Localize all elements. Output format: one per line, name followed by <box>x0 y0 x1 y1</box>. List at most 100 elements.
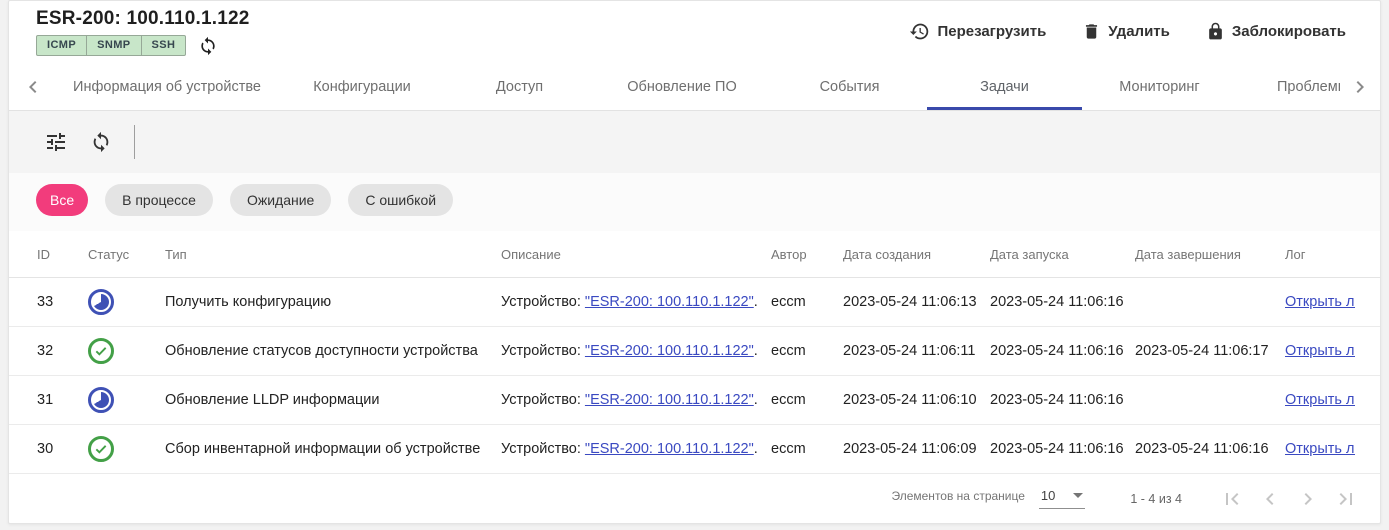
chip-pending[interactable]: Ожидание <box>230 184 331 216</box>
filter-settings-button[interactable] <box>44 130 68 154</box>
tab-access[interactable]: Доступ <box>447 63 592 110</box>
task-finished: 2023-05-24 11:06:16 <box>1135 441 1285 457</box>
protocol-status-row: ICMP SNMP SSH <box>36 35 250 56</box>
task-id: 30 <box>37 441 88 457</box>
device-header: ESR-200: 100.110.1.122 ICMP SNMP SSH <box>9 1 1380 63</box>
tab-label: Конфигурации <box>313 79 411 95</box>
task-type: Сбор инвентарной информации об устройств… <box>165 441 501 457</box>
tabs-viewport: Информация об устройстве Конфигурации До… <box>57 63 1340 110</box>
task-author: eccm <box>771 294 843 310</box>
page-title: ESR-200: 100.110.1.122 <box>36 8 250 30</box>
reboot-button[interactable]: Перезагрузить <box>909 21 1046 42</box>
open-log-link[interactable]: Открыть лог <box>1285 392 1355 408</box>
task-description: Устройство: "ESR-200: 100.110.1.122". <box>501 441 771 457</box>
task-id: 31 <box>37 392 88 408</box>
task-started: 2023-05-24 11:06:16 <box>990 343 1135 359</box>
chevron-right-icon <box>1296 487 1320 511</box>
open-log-link[interactable]: Открыть лог <box>1285 343 1355 359</box>
badge-ssh: SSH <box>142 35 187 56</box>
col-header-type: Тип <box>165 247 501 262</box>
task-description: Устройство: "ESR-200: 100.110.1.122". <box>501 392 771 408</box>
tab-problems[interactable]: Проблемы <box>1237 63 1340 110</box>
description-prefix: Устройство: <box>501 441 585 457</box>
status-in-progress-icon <box>88 387 114 413</box>
task-started: 2023-05-24 11:06:16 <box>990 441 1135 457</box>
task-finished: 2023-05-24 11:06:17 <box>1135 343 1285 359</box>
items-per-page-select[interactable]: 10 <box>1039 488 1085 509</box>
col-header-author: Автор <box>771 247 843 262</box>
status-in-progress-icon <box>88 289 114 315</box>
tab-events[interactable]: События <box>772 63 927 110</box>
col-header-created: Дата создания <box>843 247 990 262</box>
col-header-status: Статус <box>88 247 165 262</box>
delete-button[interactable]: Удалить <box>1082 21 1170 42</box>
items-per-page: Элементов на странице 10 <box>891 488 1085 509</box>
next-page-button[interactable] <box>1296 487 1320 511</box>
refresh-tasks-button[interactable] <box>90 131 112 153</box>
task-created: 2023-05-24 11:06:13 <box>843 294 990 310</box>
task-created: 2023-05-24 11:06:11 <box>843 343 990 359</box>
task-id: 32 <box>37 343 88 359</box>
last-page-button[interactable] <box>1334 487 1358 511</box>
task-id: 33 <box>37 294 88 310</box>
tab-tasks[interactable]: Задачи <box>927 63 1082 110</box>
col-header-log: Лог <box>1285 247 1355 262</box>
table-header-row: ID Статус Тип Описание Автор Дата создан… <box>9 231 1380 278</box>
lock-icon <box>1206 22 1225 41</box>
tab-label: Обновление ПО <box>627 79 736 95</box>
tab-label: Мониторинг <box>1119 79 1199 95</box>
task-started: 2023-05-24 11:06:16 <box>990 294 1135 310</box>
tasks-table: ID Статус Тип Описание Автор Дата создан… <box>9 231 1380 474</box>
previous-page-button[interactable] <box>1258 487 1282 511</box>
status-success-icon <box>88 338 114 364</box>
page-range-label: 1 - 4 из 4 <box>1130 492 1182 506</box>
chip-in-progress[interactable]: В процессе <box>105 184 213 216</box>
tab-label: Доступ <box>496 79 543 95</box>
first-page-button[interactable] <box>1220 487 1244 511</box>
tasks-toolbar <box>9 111 1380 173</box>
items-per-page-value: 10 <box>1041 488 1055 503</box>
tab-device-info[interactable]: Информация об устройстве <box>57 63 277 110</box>
col-header-description: Описание <box>501 247 771 262</box>
refresh-availability-button[interactable] <box>198 36 218 56</box>
chip-all[interactable]: Все <box>36 184 88 216</box>
device-link[interactable]: "ESR-200: 100.110.1.122" <box>585 441 754 457</box>
description-suffix: . <box>754 343 758 359</box>
open-log-link[interactable]: Открыть лог <box>1285 294 1355 310</box>
task-description: Устройство: "ESR-200: 100.110.1.122". <box>501 294 771 310</box>
table-row: 30 Сбор инвентарной информации об устрой… <box>9 425 1380 474</box>
chip-error[interactable]: С ошибкой <box>348 184 453 216</box>
task-author: eccm <box>771 343 843 359</box>
device-card: ESR-200: 100.110.1.122 ICMP SNMP SSH <box>8 0 1381 524</box>
tab-configurations[interactable]: Конфигурации <box>277 63 447 110</box>
table-row: 32 Обновление статусов доступности устро… <box>9 327 1380 376</box>
items-per-page-label: Элементов на странице <box>891 489 1024 503</box>
last-page-icon <box>1334 487 1358 511</box>
protocol-badges: ICMP SNMP SSH <box>36 35 186 56</box>
open-log-link[interactable]: Открыть лог <box>1285 441 1355 457</box>
col-header-started: Дата запуска <box>990 247 1135 262</box>
trash-icon <box>1082 22 1101 41</box>
task-created: 2023-05-24 11:06:09 <box>843 441 990 457</box>
device-link[interactable]: "ESR-200: 100.110.1.122" <box>585 343 754 359</box>
device-link[interactable]: "ESR-200: 100.110.1.122" <box>585 392 754 408</box>
col-header-finished: Дата завершения <box>1135 247 1285 262</box>
restore-icon <box>909 21 930 42</box>
block-button[interactable]: Заблокировать <box>1206 21 1346 42</box>
task-description: Устройство: "ESR-200: 100.110.1.122". <box>501 343 771 359</box>
task-author: eccm <box>771 392 843 408</box>
tab-monitoring[interactable]: Мониторинг <box>1082 63 1237 110</box>
tab-firmware-update[interactable]: Обновление ПО <box>592 63 772 110</box>
description-prefix: Устройство: <box>501 392 585 408</box>
task-type: Обновление LLDP информации <box>165 392 501 408</box>
device-tabs: Информация об устройстве Конфигурации До… <box>9 63 1380 111</box>
sync-icon <box>198 36 218 56</box>
chevron-right-icon <box>1348 75 1372 99</box>
device-link[interactable]: "ESR-200: 100.110.1.122" <box>585 294 754 310</box>
block-button-label: Заблокировать <box>1232 23 1346 40</box>
tab-label: События <box>820 79 880 95</box>
tabs-scroll-left-button[interactable] <box>9 63 57 110</box>
chevron-left-icon <box>21 75 45 99</box>
tabs-scroll-right-button[interactable] <box>1340 63 1380 110</box>
description-prefix: Устройство: <box>501 294 585 310</box>
